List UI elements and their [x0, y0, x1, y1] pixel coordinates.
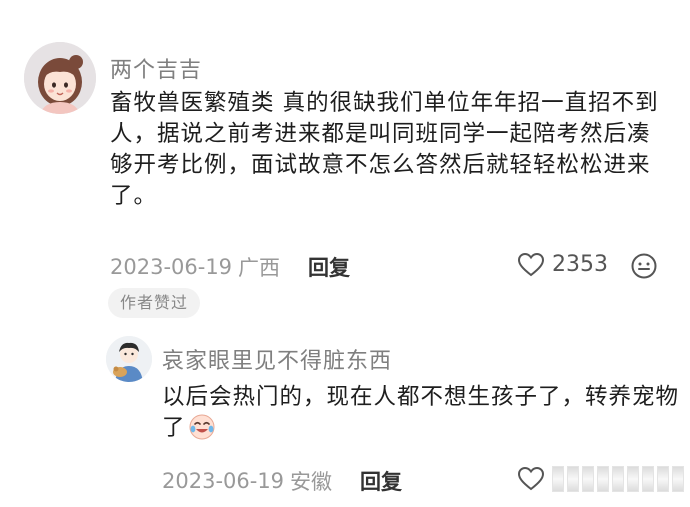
avatar[interactable] — [24, 42, 96, 114]
reply-text-block: 以后会热门的，现在人都不想生孩子了，转养宠物了 — [162, 382, 682, 444]
comment-date: 2023-06-19 — [110, 255, 233, 279]
reply-date: 2023-06-19 — [162, 469, 285, 493]
reply-avatar[interactable] — [106, 336, 152, 382]
comment-username[interactable]: 两个吉吉 — [110, 52, 202, 84]
like-button[interactable]: 2353 — [518, 252, 608, 277]
reply-location: 安徽 — [290, 470, 333, 494]
like-count: 2353 — [552, 252, 608, 277]
reply-like-button[interactable] — [518, 466, 684, 492]
reply-meta: 2023-06-19 安徽 回复 — [162, 466, 402, 496]
author-liked-badge: 作者赞过 — [108, 288, 201, 318]
reply-username[interactable]: 哀家眼里见不得脏东西 — [162, 343, 392, 375]
comment-thread: 两个吉吉 畜牧兽医繁殖类 真的很缺我们单位年年招一直招不到人，据说之前考进来都是… — [0, 0, 690, 507]
comment-text: 畜牧兽医繁殖类 真的很缺我们单位年年招一直招不到人，据说之前考进来都是叫同班同学… — [110, 90, 659, 209]
reply-like-count-placeholder — [552, 466, 684, 492]
crying-laughing-emoji-icon — [189, 414, 215, 440]
cartoon-girl-avatar-icon — [24, 42, 96, 114]
comment-meta: 2023-06-19 广西 回复 — [110, 252, 350, 282]
reply-text: 以后会热门的，现在人都不想生孩子了，转养宠物了 — [162, 384, 680, 441]
heart-outline-icon — [518, 467, 544, 491]
comment-location: 广西 — [238, 256, 281, 280]
reply-button[interactable]: 回复 — [308, 252, 350, 282]
reply-to-reply-button[interactable]: 回复 — [360, 466, 402, 496]
emoji-button[interactable] — [630, 252, 658, 280]
heart-outline-icon — [518, 252, 544, 276]
smiley-face-icon — [631, 253, 657, 279]
cartoon-person-avatar-icon — [106, 336, 152, 382]
